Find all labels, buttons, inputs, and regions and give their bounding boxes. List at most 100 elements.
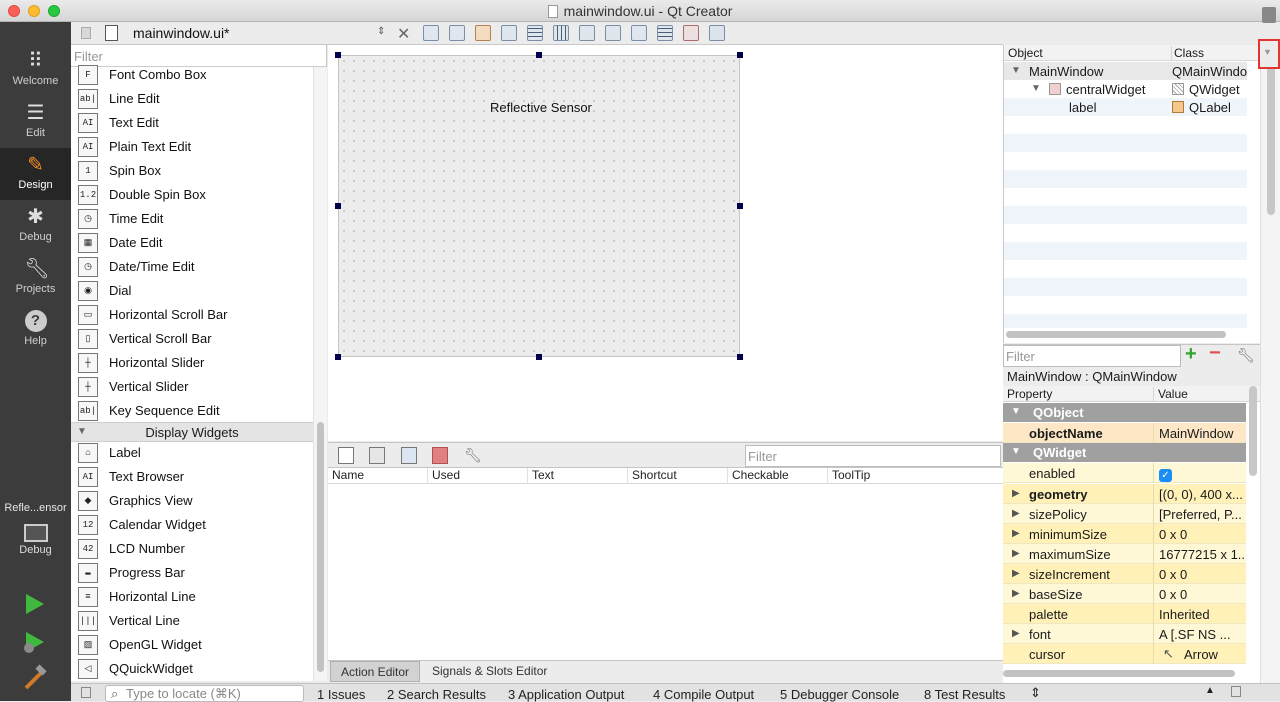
form-editor-canvas[interactable]: Reflective Sensor xyxy=(328,45,1003,441)
widget-item[interactable]: ab| Key Sequence Edit xyxy=(71,399,313,423)
expand-arrow-icon[interactable]: ▶ xyxy=(1012,588,1020,599)
property-value[interactable]: Inherited xyxy=(1153,604,1246,624)
main-window-form[interactable]: Reflective Sensor xyxy=(338,55,740,357)
output-toggle-icon[interactable] xyxy=(1231,686,1241,697)
property-value[interactable]: [(0, 0), 400 x... xyxy=(1153,484,1246,504)
form-label-widget[interactable]: Reflective Sensor xyxy=(490,100,592,115)
widget-item[interactable]: ▭ Horizontal Scroll Bar xyxy=(71,303,313,327)
up-arrow-icon[interactable]: ▲ xyxy=(1205,685,1215,696)
expand-arrow-icon[interactable]: ▶ xyxy=(1012,548,1020,559)
layout-h-splitter-button[interactable] xyxy=(579,25,595,41)
kit-selector[interactable]: Debug xyxy=(0,519,71,569)
property-row-palette[interactable]: palette Inherited xyxy=(1003,604,1246,624)
resize-handle[interactable] xyxy=(536,354,542,360)
enabled-checkbox[interactable]: ✓ xyxy=(1159,469,1172,482)
mode-debug[interactable]: ✱ Debug xyxy=(0,200,71,252)
property-row-enabled[interactable]: enabled ✓ xyxy=(1003,463,1246,483)
action-table[interactable]: Name Used Text Shortcut Checkable ToolTi… xyxy=(328,468,1003,660)
mode-design[interactable]: ✎ Design xyxy=(0,148,71,200)
widget-item[interactable]: AI Text Edit xyxy=(71,111,313,135)
pane-debugger-console[interactable]: 5 Debugger Console xyxy=(780,687,899,702)
widget-item[interactable]: ||| Vertical Line xyxy=(71,609,313,633)
property-scrollbar[interactable] xyxy=(1249,386,1257,476)
debug-run-button[interactable] xyxy=(20,628,48,656)
resize-handle[interactable] xyxy=(335,52,341,58)
mode-projects[interactable]: 🔧︎ Projects xyxy=(0,252,71,304)
widget-item[interactable]: AI Text Browser xyxy=(71,465,313,489)
widget-item[interactable]: ▯ Vertical Scroll Bar xyxy=(71,327,313,351)
property-table[interactable]: Property Value ▼ QObject objectName Main… xyxy=(1003,386,1260,685)
widget-item[interactable]: ┼ Horizontal Slider xyxy=(71,351,313,375)
widget-item[interactable]: 12 Calendar Widget xyxy=(71,513,313,537)
widget-item[interactable]: 1.2 Double Spin Box xyxy=(71,183,313,207)
widget-item[interactable]: AI Plain Text Edit xyxy=(71,135,313,159)
property-value[interactable]: 0 x 0 xyxy=(1153,564,1246,584)
pane-issues[interactable]: 1 Issues xyxy=(317,687,365,702)
widget-item[interactable]: ◷ Date/Time Edit xyxy=(71,255,313,279)
copy-action-icon[interactable] xyxy=(369,447,385,464)
edit-widgets-button[interactable] xyxy=(423,25,439,41)
column-header[interactable]: Text xyxy=(528,468,628,484)
property-row-sizeincrement[interactable]: ▶ sizeIncrement 0 x 0 xyxy=(1003,564,1246,584)
property-value[interactable]: [Preferred, P... xyxy=(1153,504,1246,524)
tab-signals-slots-editor[interactable]: Signals & Slots Editor xyxy=(422,661,557,682)
widget-item[interactable]: ▨ OpenGL Widget xyxy=(71,633,313,657)
property-value[interactable]: 16777215 x 1... xyxy=(1153,544,1246,564)
expand-arrow-icon[interactable]: ▼ xyxy=(1031,83,1041,94)
wrench-icon[interactable]: 🔧︎ xyxy=(464,447,482,464)
expand-arrow-icon[interactable]: ▶ xyxy=(1012,528,1020,539)
inspector-hscrollbar[interactable] xyxy=(1006,331,1226,338)
widget-item[interactable]: ▬ Progress Bar xyxy=(71,561,313,585)
locator-input[interactable]: ⌕ Type to locate (⌘K) xyxy=(105,685,304,702)
tree-row-centralwidget[interactable]: ▼ centralWidget QWidget xyxy=(1004,80,1247,98)
expand-arrow-icon[interactable]: ▼ xyxy=(1011,65,1021,76)
resize-handle[interactable] xyxy=(335,354,341,360)
widget-item[interactable]: ◁ QQuickWidget xyxy=(71,657,313,681)
scrollbar-thumb[interactable] xyxy=(317,422,324,672)
expand-arrow-icon[interactable]: ▶ xyxy=(1012,488,1020,499)
expand-arrow-icon[interactable]: ▶ xyxy=(1012,628,1020,639)
new-action-icon[interactable] xyxy=(338,447,354,464)
edit-signals-slots-button[interactable] xyxy=(449,25,465,41)
column-header[interactable]: Used xyxy=(428,468,528,484)
add-dynamic-property-icon[interactable]: + xyxy=(1185,343,1197,366)
widget-item[interactable]: ⌂ Label xyxy=(71,441,313,465)
tree-row-mainwindow[interactable]: ▼ MainWindow QMainWindo xyxy=(1004,62,1247,80)
open-file-name[interactable]: mainwindow.ui* xyxy=(133,25,230,41)
section-qobject[interactable]: ▼ QObject xyxy=(1003,403,1246,422)
run-button[interactable] xyxy=(20,590,48,618)
category-display-widgets[interactable]: ▼ Display Widgets xyxy=(71,422,313,442)
property-row-minimumsize[interactable]: ▶ minimumSize 0 x 0 xyxy=(1003,524,1246,544)
resize-handle[interactable] xyxy=(737,354,743,360)
expand-arrow-icon[interactable]: ▶ xyxy=(1012,568,1020,579)
column-header[interactable]: ToolTip xyxy=(828,468,1003,484)
dropdown-arrow-icon[interactable]: ▼ xyxy=(1263,47,1272,57)
layout-v-splitter-button[interactable] xyxy=(605,25,621,41)
widget-box-scrollbar[interactable] xyxy=(313,67,327,681)
property-value[interactable]: 0 x 0 xyxy=(1153,584,1246,604)
delete-action-icon[interactable] xyxy=(432,447,448,464)
pane-application-output[interactable]: 3 Application Output xyxy=(508,687,624,702)
edit-buddies-button[interactable] xyxy=(475,25,491,41)
widget-item[interactable]: F Font Combo Box xyxy=(71,63,313,87)
property-row-objectname[interactable]: objectName MainWindow xyxy=(1003,423,1246,443)
widget-item[interactable]: ▦ Date Edit xyxy=(71,231,313,255)
property-row-cursor[interactable]: cursor Arrow ↖ xyxy=(1003,644,1246,664)
column-header[interactable]: Value xyxy=(1153,387,1188,401)
action-filter-input[interactable]: Filter xyxy=(745,445,1001,467)
property-value[interactable]: A [.SF NS ... xyxy=(1153,624,1246,644)
mode-edit[interactable]: ☰ Edit xyxy=(0,96,71,148)
property-row-geometry[interactable]: ▶ geometry [(0, 0), 400 x... xyxy=(1003,484,1246,504)
widget-item[interactable]: 42 LCD Number xyxy=(71,537,313,561)
column-header[interactable]: Class xyxy=(1171,46,1204,60)
paste-action-icon[interactable] xyxy=(401,447,417,464)
tab-action-editor[interactable]: Action Editor xyxy=(330,661,421,682)
property-row-maximumsize[interactable]: ▶ maximumSize 16777215 x 1... xyxy=(1003,544,1246,564)
remove-dynamic-property-icon[interactable]: − xyxy=(1209,342,1221,365)
mode-help[interactable]: ? Help xyxy=(0,304,71,356)
edit-tab-order-button[interactable] xyxy=(501,25,517,41)
right-scrollbar[interactable] xyxy=(1260,45,1280,685)
sidebar-toggle-icon[interactable] xyxy=(81,687,91,698)
property-filter-input[interactable]: Filter xyxy=(1003,345,1181,367)
column-header[interactable]: Name xyxy=(328,468,428,484)
